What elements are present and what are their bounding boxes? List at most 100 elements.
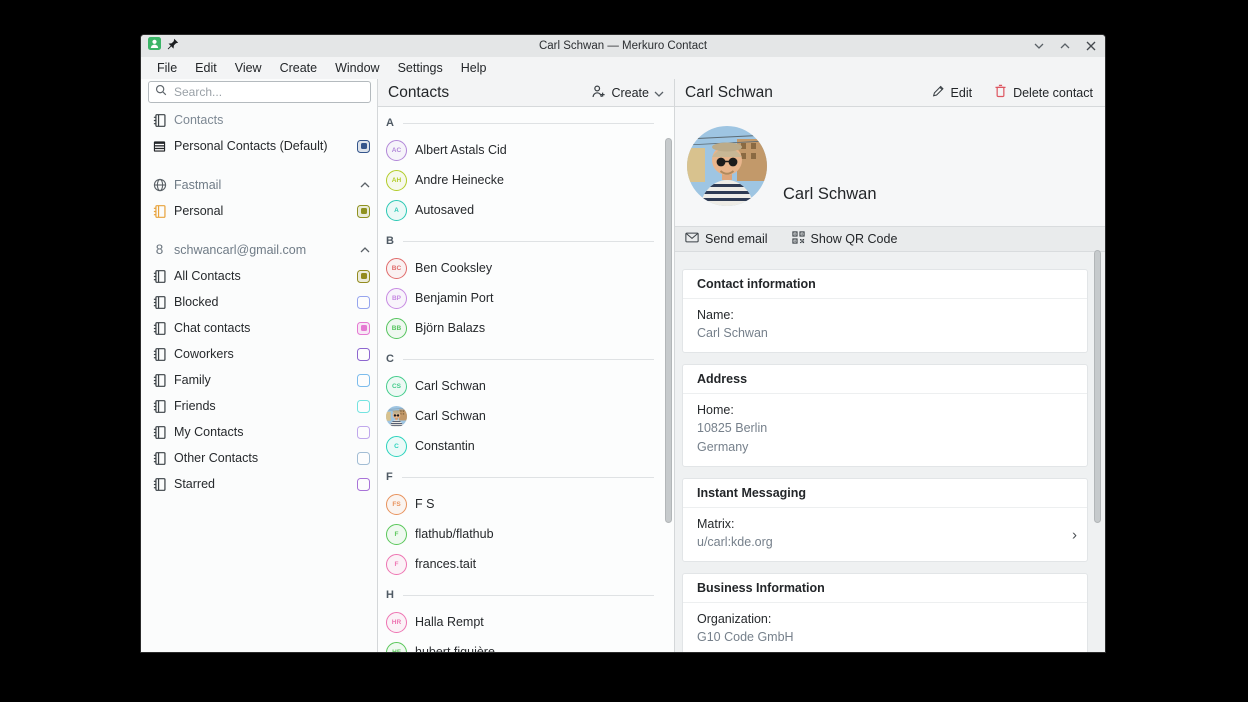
contact-initials-avatar: BP — [386, 287, 407, 309]
calendar-checkbox[interactable] — [357, 295, 370, 309]
sidebar-item-schwancarl-gmail-com[interactable]: 8 schwancarl@gmail.com — [141, 237, 377, 263]
sidebar-item-personal-contacts-default-[interactable]: Personal Contacts (Default) — [141, 133, 377, 159]
card-instant-messaging: Instant Messaging Matrix: u/carl:kde.org › — [682, 478, 1088, 562]
edit-button[interactable]: Edit — [931, 84, 972, 101]
address-book-icon — [152, 477, 167, 492]
section-C: C — [386, 347, 654, 371]
sidebar-item-other-contacts[interactable]: Other Contacts — [141, 445, 377, 471]
contact-initials-avatar: HR — [386, 611, 407, 633]
chevron-up-icon[interactable] — [360, 247, 370, 253]
chevron-right-icon[interactable]: › — [1072, 526, 1077, 543]
contact-row[interactable]: BP Benjamin Port — [386, 283, 654, 313]
contact-initials-avatar: C — [386, 435, 407, 457]
search-icon — [155, 83, 167, 101]
contact-row[interactable]: Ffrances.tait — [386, 549, 654, 579]
menu-help[interactable]: Help — [452, 57, 496, 79]
contact-initials-avatar: AC — [386, 139, 407, 161]
globe-icon — [152, 178, 167, 193]
menu-edit[interactable]: Edit — [186, 57, 226, 79]
contact-row[interactable]: BC Ben Cooksley — [386, 253, 654, 283]
address-book-icon — [152, 399, 167, 414]
pencil-icon — [931, 84, 945, 101]
sidebar-item-all-contacts[interactable]: All Contacts — [141, 263, 377, 289]
maximize-button[interactable] — [1058, 39, 1072, 53]
contact-photo — [687, 126, 767, 206]
contact-initials-avatar: F — [386, 553, 407, 575]
titlebar[interactable]: Carl Schwan — Merkuro Contact — [141, 35, 1105, 57]
contact-initials-avatar: A — [386, 199, 407, 221]
sidebar-item-contacts[interactable]: Contacts — [141, 107, 377, 133]
contact-detail-cards: Contact information Name: Carl Schwan Addre… — [675, 252, 1105, 652]
sidebar: ContactsPersonal Contacts (Default) Fastm… — [141, 79, 378, 652]
sidebar-item-blocked[interactable]: Blocked — [141, 289, 377, 315]
calendar-checkbox[interactable] — [357, 425, 370, 439]
contact-row[interactable]: Carl Schwan — [386, 401, 654, 431]
delete-contact-button[interactable]: Delete contact — [994, 84, 1093, 101]
person-add-icon — [591, 84, 606, 102]
menu-view[interactable]: View — [226, 57, 271, 79]
contact-row[interactable]: A Autosaved — [386, 195, 654, 225]
search-input[interactable] — [172, 84, 364, 100]
sidebar-item-fastmail[interactable]: Fastmail — [141, 172, 377, 198]
window-title: Carl Schwan — Merkuro Contact — [538, 40, 708, 52]
pin-icon[interactable] — [167, 37, 179, 55]
sidebar-item-friends[interactable]: Friends — [141, 393, 377, 419]
show-qr-code-button[interactable]: Show QR Code — [791, 231, 897, 247]
create-button[interactable]: Create — [591, 84, 664, 102]
contact-row[interactable]: Fflathub/flathub — [386, 519, 654, 549]
contact-initials-avatar: HF — [386, 641, 407, 652]
send-email-button[interactable]: Send email — [685, 232, 768, 246]
profile-header: Carl Schwan — [675, 107, 1105, 226]
contacts-panel-header: Contacts Create — [378, 79, 674, 107]
menu-file[interactable]: File — [148, 57, 186, 79]
search-box[interactable] — [148, 81, 371, 103]
card-address: Address Home: 10825 Berlin Germany — [682, 364, 1088, 467]
sidebar-item-coworkers[interactable]: Coworkers — [141, 341, 377, 367]
contact-row[interactable]: BB Björn Balazs — [386, 313, 654, 343]
contact-row[interactable]: FS F S — [386, 489, 654, 519]
card-row[interactable]: Matrix: u/carl:kde.org › — [683, 508, 1087, 561]
address-book-icon — [152, 113, 167, 128]
menu-window[interactable]: Window — [326, 57, 388, 79]
contact-row[interactable]: AC Albert Astals Cid — [386, 135, 654, 165]
contact-action-bar: Send email Show QR Code — [675, 226, 1105, 252]
contact-initials-avatar: BC — [386, 257, 407, 279]
address-book-icon — [152, 373, 167, 388]
calendar-checkbox[interactable] — [357, 373, 370, 387]
minimize-button[interactable] — [1032, 39, 1046, 53]
contact-row[interactable]: C Constantin — [386, 431, 654, 461]
trash-icon — [994, 84, 1007, 101]
calendar-checkbox[interactable] — [357, 347, 370, 361]
contact-row[interactable]: CS Carl Schwan — [386, 371, 654, 401]
address-book-icon — [152, 269, 167, 284]
contacts-scrollbar[interactable] — [665, 138, 672, 523]
calendar-checkbox[interactable] — [357, 321, 370, 335]
contact-initials-avatar: F — [386, 523, 407, 545]
sidebar-item-chat-contacts[interactable]: Chat contacts — [141, 315, 377, 341]
sidebar-item-my-contacts[interactable]: My Contacts — [141, 419, 377, 445]
address-book-orange-icon — [152, 204, 167, 219]
sidebar-item-personal[interactable]: Personal — [141, 198, 377, 224]
menu-settings[interactable]: Settings — [389, 57, 452, 79]
sidebar-item-starred[interactable]: Starred — [141, 471, 377, 497]
contact-list: A AC Albert Astals Cid AH Andre Heinecke A Aut… — [378, 107, 674, 652]
chevron-up-icon[interactable] — [360, 182, 370, 188]
sidebar-item-family[interactable]: Family — [141, 367, 377, 393]
contacts-panel: Contacts Create A AC Albert Astals Cid AH An… — [378, 79, 675, 652]
calendar-checkbox[interactable] — [357, 451, 370, 465]
card-title: Business Information — [683, 574, 1087, 603]
close-button[interactable] — [1084, 39, 1098, 53]
address-book-icon — [152, 451, 167, 466]
contact-name: Carl Schwan — [783, 185, 877, 203]
menubar: File Edit View Create Window Settings Help — [141, 57, 1105, 79]
details-scrollbar[interactable] — [1094, 250, 1101, 523]
calendar-checkbox[interactable] — [357, 477, 370, 491]
calendar-checkbox[interactable] — [357, 399, 370, 413]
contact-row[interactable]: AH Andre Heinecke — [386, 165, 654, 195]
calendar-checkbox[interactable] — [357, 204, 370, 218]
calendar-checkbox[interactable] — [357, 269, 370, 283]
calendar-checkbox[interactable] — [357, 139, 370, 153]
contact-row[interactable]: HF hubert figuière — [386, 637, 654, 652]
menu-create[interactable]: Create — [271, 57, 327, 79]
contact-row[interactable]: HR Halla Rempt — [386, 607, 654, 637]
